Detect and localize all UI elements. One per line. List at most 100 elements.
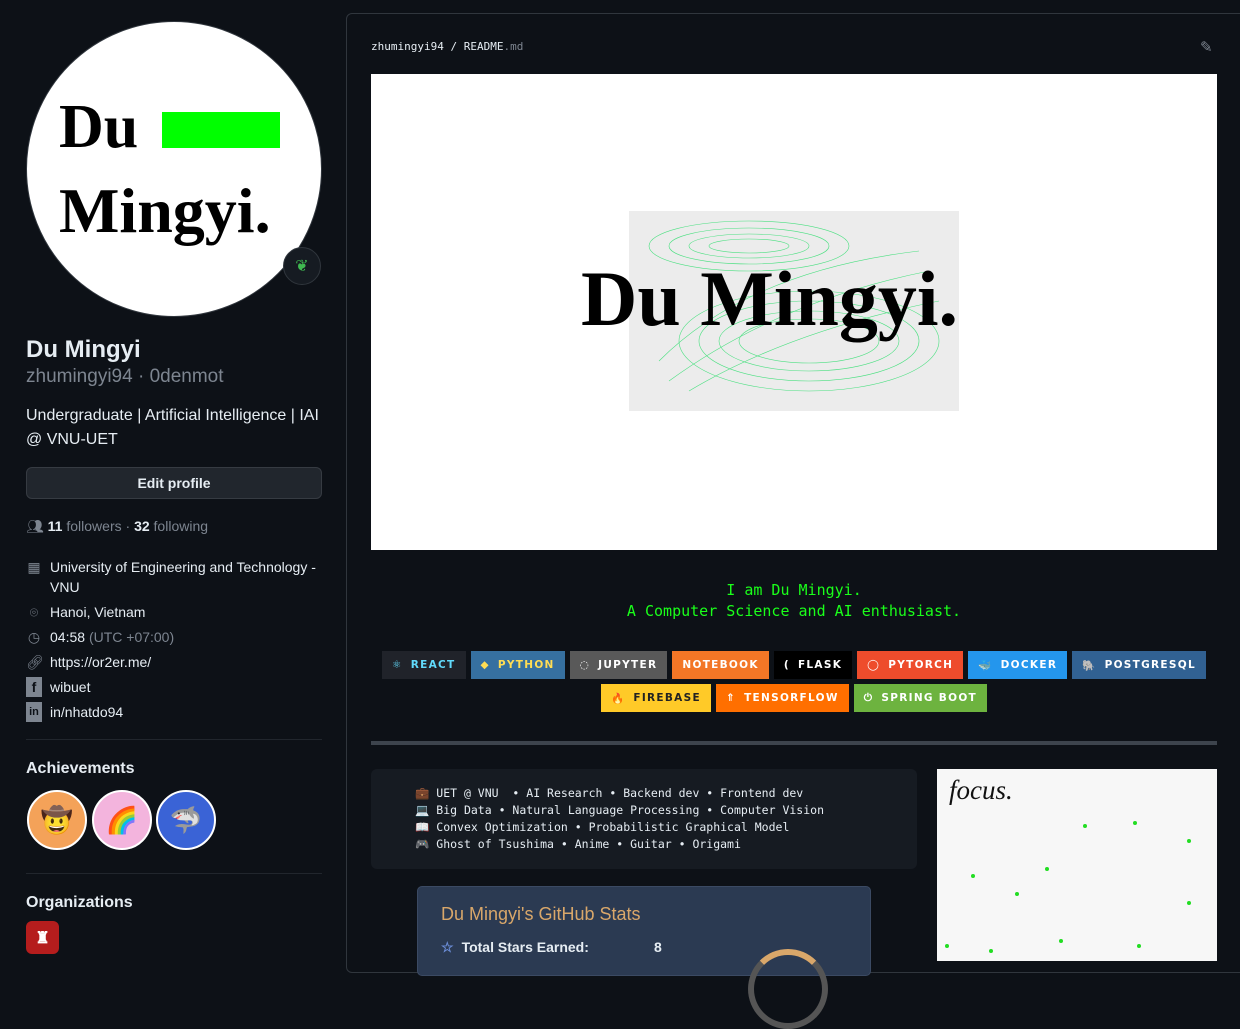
badge-firebase: 🔥 FIREBASE (600, 684, 711, 712)
local-time: 04:58 (UTC +07:00) (50, 627, 174, 647)
building-icon: ▦ (27, 559, 41, 575)
focus-image: focus. (937, 769, 1217, 961)
follow-stats: 👥︎ 11 followers · 32 following (26, 518, 209, 534)
badge-label: TENSORFLOW (744, 692, 839, 704)
pronouns: 0denmot (149, 366, 224, 387)
linkedin-link[interactable]: in/nhatdo94 (50, 702, 123, 722)
divider (26, 739, 322, 740)
link-icon: 🔗︎ (26, 654, 44, 670)
spring-boot-icon: ⏻ (863, 691, 874, 704)
following-count: 32 (134, 518, 150, 534)
star-icon: ☆ (441, 939, 454, 955)
time: 04:58 (50, 629, 86, 645)
react-icon: ⚛ (392, 659, 403, 671)
badge-react: ⚛ REACT (382, 651, 466, 679)
edit-profile-button[interactable]: Edit profile (26, 467, 322, 499)
breadcrumb: zhumingyi94 / README.md (371, 40, 524, 53)
intro-line: A Computer Science and AI enthusiast. (626, 602, 962, 620)
badge-python: ◆ PYTHON (470, 651, 565, 679)
location-icon: ⌾ (29, 604, 39, 620)
green-dot (989, 949, 993, 953)
achievement-shark-badge[interactable]: 🦈 (156, 790, 216, 850)
line-text: Convex Optimization • Probabilistic Grap… (436, 820, 790, 834)
intro-line: I am Du Mingyi. (726, 581, 862, 599)
badge-label: FIREBASE (633, 692, 701, 704)
badge-pytorch: ◯ PYTORCH (857, 651, 964, 679)
line-icon: 📖 (415, 820, 430, 834)
jupyter-icon: ◌ (579, 659, 591, 671)
avatar-text: Mingyi. (59, 175, 271, 246)
flask-icon: ( (783, 659, 790, 671)
badge-spring-boot: ⏻ SPRING BOOT (853, 684, 988, 712)
website-link[interactable]: https://or2er.me/ (50, 652, 151, 672)
postgresql-icon: 🐘 (1082, 659, 1097, 672)
people-icon: 👥︎ (26, 518, 44, 534)
file-ext: .md (503, 40, 524, 53)
interest-line: 🎮 Ghost of Tsushima • Anime • Guitar • O… (415, 836, 917, 853)
badge-tensorflow: ⇑ TENSORFLOW (715, 684, 849, 712)
badge-label: PYTORCH (888, 659, 954, 671)
interest-line: 💼 UET @ VNU • AI Research • Backend dev … (415, 785, 917, 802)
avatar-green-bar (162, 112, 280, 148)
line-text: Big Data • Natural Language Processing •… (436, 803, 824, 817)
badge-label: REACT (410, 659, 456, 671)
edit-readme-pencil-icon[interactable]: ✎ (1200, 38, 1213, 56)
interest-line: 📖 Convex Optimization • Probabilistic Gr… (415, 819, 917, 836)
rank-ring (748, 949, 828, 1029)
profile-login: zhumingyi94 · 0denmot (26, 366, 224, 388)
facebook-link[interactable]: wibuet (50, 677, 90, 697)
organization-avatar[interactable]: ♜ (26, 921, 59, 954)
stars-value: 8 (654, 939, 662, 955)
green-dot (1187, 901, 1191, 905)
green-dot (945, 944, 949, 948)
docker-icon: 🐳 (978, 659, 993, 672)
tech-badges-row: ⚛ REACT ◆ PYTHON ◌ JUPYTER NOTEBOOK (FLASK ◯ PYTO… (371, 651, 1217, 679)
interests-box: 💼 UET @ VNU • AI Research • Backend dev … (371, 769, 917, 869)
badge-flask: ( FLASK (773, 651, 853, 679)
badge-label: PYTHON (497, 659, 555, 671)
owner-link[interactable]: zhumingyi94 (371, 40, 444, 53)
followers-link[interactable]: 11 followers (48, 518, 122, 534)
status-emoji-button[interactable]: ❦ (283, 247, 321, 285)
green-dot (1083, 824, 1087, 828)
green-dot (1187, 839, 1191, 843)
badge-postgresql: 🐘 POSTGRESQL (1072, 651, 1206, 679)
badge-label: FLASK (797, 659, 843, 671)
separator: · (132, 366, 150, 387)
login: zhumingyi94 (26, 366, 133, 387)
line-text: UET @ VNU • AI Research • Backend dev • … (436, 786, 804, 800)
achievements-heading[interactable]: Achievements (26, 760, 135, 778)
divider (26, 873, 322, 874)
profile-bio: Undergraduate | Artificial Intelligence … (26, 407, 319, 448)
following-link[interactable]: 32 following (134, 518, 208, 534)
badge-docker: 🐳 DOCKER (968, 651, 1068, 679)
tech-badges-row: 🔥 FIREBASE ⇑ TENSORFLOW ⏻ SPRING BOOT (371, 684, 1217, 712)
badge-label: POSTGRESQL (1104, 659, 1196, 671)
focus-text: focus. (949, 775, 1013, 805)
interest-line: 💻 Big Data • Natural Language Processing… (415, 802, 917, 819)
green-dot (1133, 821, 1137, 825)
organization: University of Engineering and Technology… (50, 559, 316, 595)
pytorch-icon: ◯ (867, 659, 881, 671)
followers-label: followers (66, 518, 122, 534)
achievement-yolo-badge[interactable]: 🌈 (92, 790, 152, 850)
intro-text: I am Du Mingyi. A Computer Science and AI… (371, 580, 1217, 622)
green-dot (1045, 867, 1049, 871)
avatar[interactable]: Du Mingyi. (26, 21, 322, 317)
green-dot (1015, 892, 1019, 896)
location: Hanoi, Vietnam (50, 604, 146, 620)
green-dot (971, 874, 975, 878)
facebook-icon: f (26, 677, 42, 697)
leaf-icon: ❦ (295, 258, 309, 275)
banner-title: Du Mingyi. (581, 255, 959, 342)
achievement-badge[interactable]: 🤠 (27, 790, 87, 850)
github-stats-card: Du Mingyi's GitHub Stats ☆ Total Stars Ea… (417, 886, 871, 1029)
badge-jupyter: ◌ JUPYTER (569, 651, 668, 679)
line-icon: 🎮 (415, 837, 430, 851)
avatar-text: Du (59, 93, 139, 161)
profile-name: Du Mingyi (26, 336, 141, 363)
organizations-heading[interactable]: Organizations (26, 894, 133, 912)
line-icon: 💼 (415, 786, 430, 800)
badge-label: JUPYTER (598, 659, 658, 671)
green-dot (1137, 944, 1141, 948)
